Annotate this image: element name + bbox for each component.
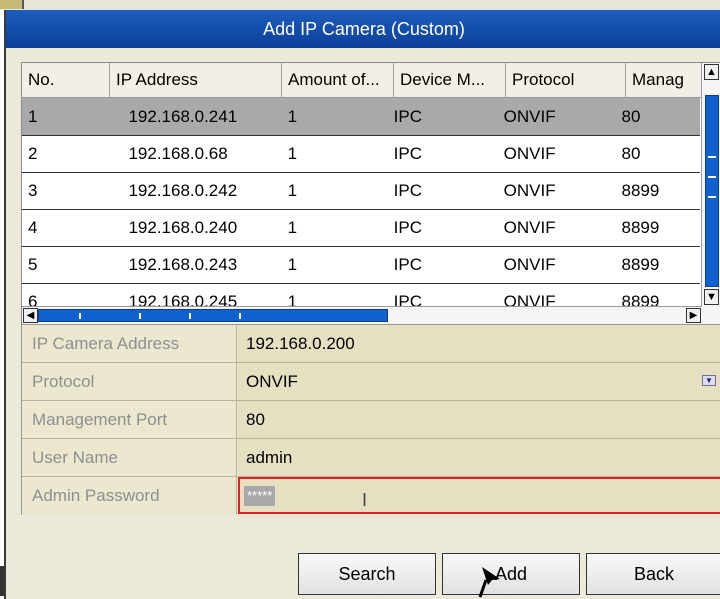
cell-amount: 1 [287,181,298,200]
cell-no: 2 [28,144,38,163]
table-row[interactable]: 2 192.168.0.68 1 IPC ONVIF 80 [22,135,700,173]
user-name-field[interactable]: admin [238,439,720,476]
column-header-amount[interactable]: Amount of... [282,63,394,97]
table-header: No. IP Address Amount of... Device M... … [22,63,712,98]
management-port-label: Management Port [22,401,237,438]
dropdown-arrow-icon[interactable]: ▼ [702,375,716,386]
password-mask: ***** [244,485,276,506]
form-row-user-name: User Name admin [22,439,720,477]
scroll-left-icon[interactable]: ◀ [23,308,38,323]
ip-camera-address-label: IP Camera Address [22,325,237,362]
user-name-label: User Name [22,439,237,476]
top-left-marker [0,0,24,9]
cell-no: 3 [28,181,38,200]
form-row-protocol: Protocol ONVIF ▼ [22,363,720,401]
dialog-title: Add IP Camera (Custom) [6,10,720,48]
cell-no: 4 [28,218,38,237]
vertical-scroll-thumb[interactable] [705,95,719,287]
cell-ip-address: 192.168.0.68 [128,144,228,163]
column-header-device-model[interactable]: Device M... [394,63,506,97]
column-header-management-port[interactable]: Manag [626,63,712,97]
top-strip [0,0,720,10]
cell-device-model: IPC [393,181,422,200]
protocol-selected-value: ONVIF [246,372,298,391]
column-header-ip-address[interactable]: IP Address [110,63,282,97]
cell-device-model: IPC [393,144,422,163]
cell-management-port: 80 [621,107,641,126]
table-row[interactable]: 3 192.168.0.242 1 IPC ONVIF 8899 [22,172,700,210]
dialog-footer: Search Add Back [6,515,720,599]
column-header-no[interactable]: No. [22,63,110,97]
table-row[interactable]: 5 192.168.0.243 1 IPC ONVIF 8899 [22,246,700,284]
camera-settings-form: IP Camera Address 192.168.0.200 Protocol… [21,324,720,516]
cell-ip-address: 192.168.0.242 [128,181,238,200]
cell-management-port: 8899 [621,218,660,237]
cell-device-model: IPC [393,255,422,274]
form-row-admin-password: Admin Password ***** I [22,477,720,514]
cell-device-model: IPC [393,218,422,237]
back-button[interactable]: Back [586,553,720,595]
cell-ip-address: 192.168.0.241 [128,107,238,126]
cell-management-port: 8899 [621,255,660,274]
form-row-management-port: Management Port 80 [22,401,720,439]
scroll-up-icon[interactable]: ▲ [704,64,719,80]
cell-device-model: IPC [393,107,422,126]
table-row[interactable]: 1 192.168.0.241 1 IPC ONVIF 80 [22,98,700,136]
table-row[interactable]: 4 192.168.0.240 1 IPC ONVIF 8899 [22,209,700,247]
vertical-scrollbar[interactable]: ▲ ▼ [701,63,720,325]
cell-amount: 1 [287,218,298,237]
camera-list-table: No. IP Address Amount of... Device M... … [21,62,720,326]
cell-ip-address: 192.168.0.243 [128,255,238,274]
management-port-field[interactable]: 80 [238,401,720,438]
add-button[interactable]: Add [442,553,580,595]
search-button[interactable]: Search [298,553,436,595]
pointer-arrow-icon [478,567,500,598]
cell-protocol: ONVIF [503,144,556,163]
cell-protocol: ONVIF [503,218,556,237]
cell-protocol: ONVIF [503,181,556,200]
protocol-label: Protocol [22,363,237,400]
scroll-down-icon[interactable]: ▼ [704,289,719,305]
cell-no: 1 [28,107,38,126]
cell-amount: 1 [287,255,298,274]
cell-protocol: ONVIF [503,255,556,274]
ip-camera-address-field[interactable]: 192.168.0.200 [238,325,720,362]
protocol-select[interactable]: ONVIF ▼ [238,363,720,400]
add-ip-camera-dialog: Add IP Camera (Custom) No. IP Address Am… [4,10,720,599]
horizontal-scrollbar[interactable]: ◀ ▶ [22,306,702,325]
scroll-right-icon[interactable]: ▶ [686,308,701,323]
cell-management-port: 80 [621,144,641,163]
cell-ip-address: 192.168.0.240 [128,218,238,237]
cell-no: 5 [28,255,38,274]
form-row-ip-address: IP Camera Address 192.168.0.200 [22,325,720,363]
column-header-protocol[interactable]: Protocol [506,63,626,97]
horizontal-scroll-thumb[interactable] [38,309,388,322]
admin-password-label: Admin Password [22,477,237,514]
cell-protocol: ONVIF [503,107,556,126]
cell-amount: 1 [287,144,298,163]
cell-management-port: 8899 [621,181,660,200]
cell-amount: 1 [287,107,298,126]
admin-password-field[interactable]: ***** I [238,477,720,514]
text-cursor-icon: I [362,490,368,510]
